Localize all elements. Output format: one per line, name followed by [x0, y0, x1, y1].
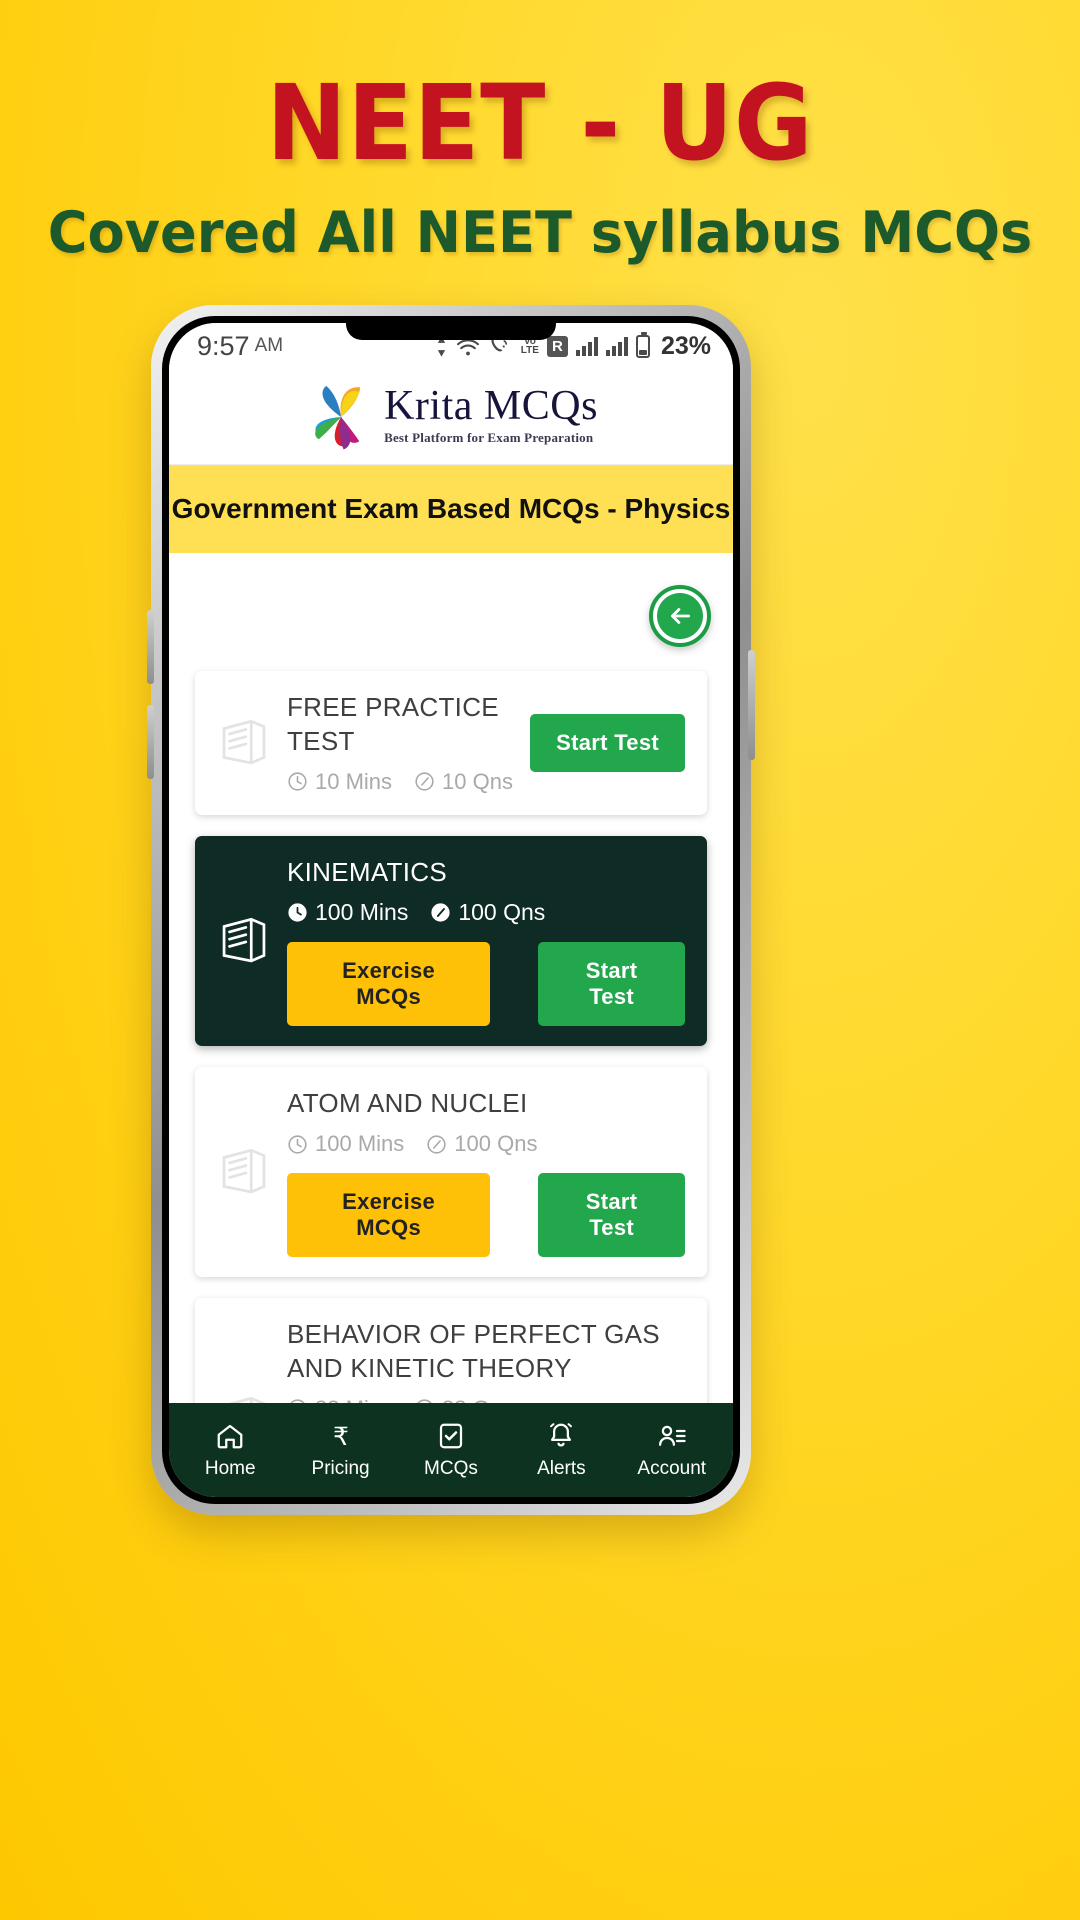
home-icon	[215, 1421, 245, 1451]
bottom-navigation: Home ₹ Pricing MCQs Alerts Account	[169, 1403, 733, 1497]
status-ampm: AM	[254, 335, 284, 356]
questions-text: 100 Qns	[458, 899, 546, 926]
phone-screen: 9:57 AM Vo LTE R 23% Krita MCQs Best Pla…	[169, 323, 733, 1497]
questions-meta: 100 Qns	[426, 1131, 537, 1157]
question-count-icon	[427, 1135, 446, 1154]
clock-icon	[288, 772, 307, 791]
question-count-icon	[415, 772, 434, 791]
card-title: ATOM AND NUCLEI	[287, 1088, 528, 1119]
content-area: FREE PRACTICE TEST 10 Mins 10 Qns Start …	[169, 553, 733, 1403]
start-test-button[interactable]: Start Test	[530, 713, 685, 772]
duration-text: 10 Mins	[315, 768, 393, 794]
power-button[interactable]	[748, 650, 755, 760]
volume-down-button[interactable]	[147, 705, 154, 779]
nav-label: MCQs	[424, 1457, 478, 1479]
nav-label: Home	[204, 1457, 256, 1479]
phone-mockup: 9:57 AM Vo LTE R 23% Krita MCQs Best Pla…	[147, 305, 755, 1515]
questions-meta: 100 Qns	[430, 899, 545, 926]
questions-text: 88 Qns	[442, 1396, 513, 1403]
volume-up-button[interactable]	[147, 610, 154, 684]
card-actions: Exercise MCQs Start Test	[287, 942, 685, 1027]
list-item[interactable]: BEHAVIOR OF PERFECT GAS AND KINETIC THEO…	[195, 1298, 707, 1403]
start-test-button[interactable]: Start Test	[538, 942, 685, 1027]
duration-text: 88 Mins	[315, 1396, 392, 1403]
clock-icon	[288, 1135, 307, 1154]
battery-icon	[635, 331, 650, 358]
question-count-icon	[431, 903, 450, 922]
duration-meta: 100 Mins	[287, 899, 408, 926]
card-meta: 88 Mins 88 Qns	[287, 1396, 685, 1403]
book-icon	[215, 1391, 273, 1403]
nav-item-account[interactable]: Account	[619, 1421, 724, 1480]
clock-icon	[290, 1399, 305, 1403]
nav-item-pricing[interactable]: ₹ Pricing	[288, 1421, 393, 1480]
test-card-list: FREE PRACTICE TEST 10 Mins 10 Qns Start …	[195, 671, 707, 1403]
section-title-bar: Government Exam Based MCQs - Physics	[169, 465, 733, 553]
duration-text: 100 Mins	[315, 1131, 405, 1157]
card-title: KINEMATICS	[287, 856, 447, 887]
duration-meta: 88 Mins	[287, 1396, 392, 1403]
duration-meta: 100 Mins	[287, 1131, 404, 1157]
account-icon	[657, 1421, 687, 1451]
card-meta: 100 Mins 100 Qns	[287, 899, 685, 926]
signal-bars-icon-2	[605, 336, 628, 356]
book-icon	[215, 714, 273, 772]
start-test-button[interactable]: Start Test	[538, 1173, 685, 1258]
nav-item-home[interactable]: Home	[178, 1421, 283, 1480]
app-logo-text: Krita MCQs Best Platform for Exam Prepar…	[384, 385, 598, 448]
back-button[interactable]	[649, 585, 711, 647]
duration-meta: 10 Mins	[287, 769, 392, 795]
status-time: 9:57	[197, 330, 250, 361]
roaming-icon: R	[546, 335, 568, 357]
clock-icon	[288, 903, 307, 922]
checklist-icon	[436, 1421, 466, 1451]
book-icon	[215, 1143, 273, 1201]
questions-meta: 10 Qns	[414, 769, 513, 795]
card-meta: 10 Mins 10 Qns	[287, 769, 514, 795]
card-title: FREE PRACTICE TEST	[287, 692, 499, 756]
nav-item-mcqs[interactable]: MCQs	[398, 1421, 503, 1480]
signal-bars-icon	[575, 336, 598, 356]
nav-label: Pricing	[311, 1457, 370, 1479]
card-title: BEHAVIOR OF PERFECT GAS AND KINETIC THEO…	[287, 1319, 660, 1383]
pinwheel-logo-icon	[304, 380, 378, 454]
page-title: NEET - UG	[266, 62, 814, 184]
exercise-mcqs-button[interactable]: Exercise MCQs	[287, 1173, 491, 1258]
nav-item-alerts[interactable]: Alerts	[509, 1421, 614, 1480]
app-logo-name: Krita MCQs	[384, 383, 598, 429]
svg-text:₹: ₹	[333, 1421, 349, 1450]
app-logo: Krita MCQs Best Platform for Exam Prepar…	[304, 380, 598, 454]
card-actions: Exercise MCQs Start Test	[287, 1173, 685, 1258]
exercise-mcqs-button[interactable]: Exercise MCQs	[287, 942, 491, 1027]
list-item[interactable]: KINEMATICS 100 Mins 100 Qns Exercise MCQ…	[195, 835, 707, 1047]
nav-label: Account	[637, 1457, 707, 1479]
question-count-icon	[417, 1399, 432, 1403]
list-item[interactable]: ATOM AND NUCLEI 100 Mins 100 Qns Exercis…	[195, 1067, 707, 1278]
back-arrow-icon	[657, 593, 703, 639]
app-logo-bar: Krita MCQs Best Platform for Exam Prepar…	[169, 369, 733, 465]
phone-bezel: 9:57 AM Vo LTE R 23% Krita MCQs Best Pla…	[162, 316, 740, 1504]
questions-text: 100 Qns	[454, 1131, 538, 1157]
duration-text: 100 Mins	[315, 899, 409, 926]
questions-text: 10 Qns	[442, 768, 513, 794]
app-logo-tagline: Best Platform for Exam Preparation	[384, 430, 594, 445]
list-item[interactable]: FREE PRACTICE TEST 10 Mins 10 Qns Start …	[195, 671, 707, 815]
questions-meta: 88 Qns	[414, 1396, 513, 1403]
battery-percent: 23%	[660, 331, 711, 360]
card-meta: 100 Mins 100 Qns	[287, 1131, 685, 1157]
book-icon	[215, 912, 273, 970]
promo-subtitle: Covered All NEET syllabus MCQs	[47, 200, 1033, 266]
rupee-icon: ₹	[326, 1421, 356, 1451]
nav-label: Alerts	[537, 1457, 586, 1479]
phone-notch	[346, 316, 556, 340]
bell-icon	[546, 1421, 576, 1451]
